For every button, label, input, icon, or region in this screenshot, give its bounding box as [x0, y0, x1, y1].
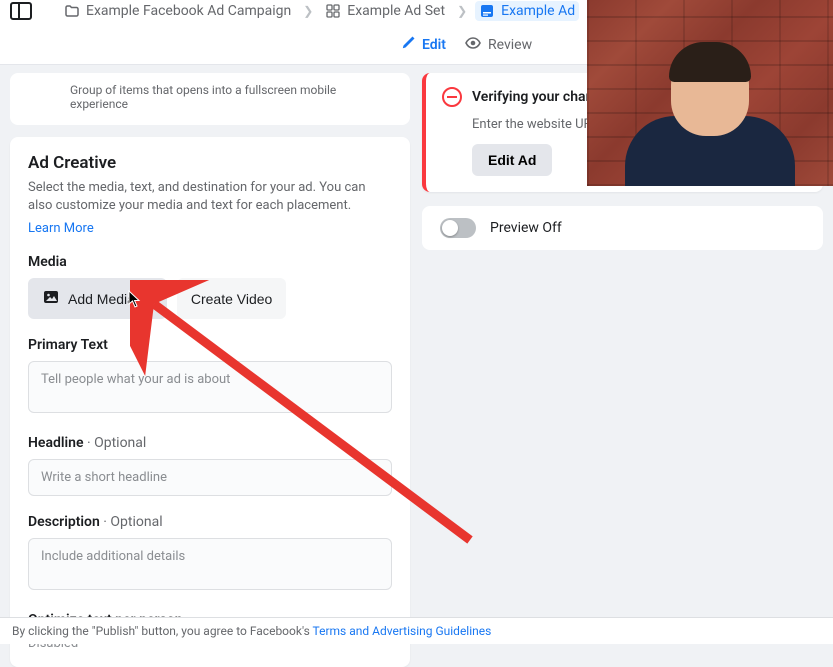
description-input[interactable] — [28, 538, 392, 590]
footer-text: By clicking the "Publish" button, you ag… — [12, 624, 313, 638]
description-label: Description · Optional — [28, 514, 392, 530]
breadcrumb-adset-label: Example Ad Set — [347, 3, 445, 19]
edit-ad-button[interactable]: Edit Ad — [472, 144, 552, 176]
breadcrumb-ad[interactable]: Example Ad — [475, 1, 579, 21]
breadcrumb-campaign[interactable]: Example Facebook Ad Campaign — [60, 1, 295, 21]
footer-link[interactable]: Terms and Advertising Guidelines — [313, 624, 492, 638]
image-icon — [42, 288, 60, 309]
ad-creative-title: Ad Creative — [28, 153, 392, 173]
tab-edit[interactable]: Edit — [400, 35, 446, 55]
headline-label-text: Headline — [28, 435, 83, 451]
ad-creative-card: Ad Creative Select the media, text, and … — [10, 137, 410, 667]
instant-experience-hint: Group of items that opens into a fullscr… — [10, 73, 410, 125]
alert-title: Verifying your chang — [472, 89, 601, 105]
footer: By clicking the "Publish" button, you ag… — [0, 617, 833, 644]
headline-optional: · Optional — [83, 435, 146, 451]
folder-icon — [64, 3, 80, 19]
description-optional: · Optional — [100, 514, 163, 530]
chevron-right-icon: ❯ — [455, 4, 469, 18]
add-media-label: Add Media — [68, 291, 135, 307]
learn-more-link[interactable]: Learn More — [28, 221, 94, 236]
add-media-button[interactable]: Add Media ▼ — [28, 278, 167, 319]
pencil-icon — [400, 35, 416, 55]
ad-creative-desc: Select the media, text, and destination … — [28, 179, 392, 215]
tab-review-label: Review — [488, 37, 532, 53]
tab-edit-label: Edit — [422, 37, 446, 53]
preview-toggle-card: Preview Off — [422, 206, 823, 250]
webcam-overlay — [587, 0, 833, 186]
media-label: Media — [28, 254, 392, 270]
panel-collapse-icon[interactable] — [10, 2, 32, 20]
chevron-right-icon: ❯ — [301, 4, 315, 18]
breadcrumb-campaign-label: Example Facebook Ad Campaign — [86, 3, 291, 19]
primary-text-label: Primary Text — [28, 337, 392, 353]
adset-icon — [325, 3, 341, 19]
preview-toggle-label: Preview Off — [490, 220, 562, 236]
description-label-text: Description — [28, 514, 100, 530]
error-icon — [442, 87, 462, 107]
eye-icon — [464, 34, 482, 56]
create-video-label: Create Video — [191, 291, 272, 307]
headline-label: Headline · Optional — [28, 435, 392, 451]
breadcrumb-ad-label: Example Ad — [501, 3, 575, 19]
hint-text: Group of items that opens into a fullscr… — [70, 83, 336, 111]
primary-text-input[interactable] — [28, 361, 392, 413]
headline-input[interactable] — [28, 459, 392, 496]
breadcrumb-adset[interactable]: Example Ad Set — [321, 1, 449, 21]
preview-toggle[interactable] — [440, 218, 476, 238]
tab-review[interactable]: Review — [464, 34, 532, 56]
caret-down-icon: ▼ — [143, 293, 153, 304]
create-video-button[interactable]: Create Video — [177, 278, 286, 319]
ad-icon — [479, 3, 495, 19]
